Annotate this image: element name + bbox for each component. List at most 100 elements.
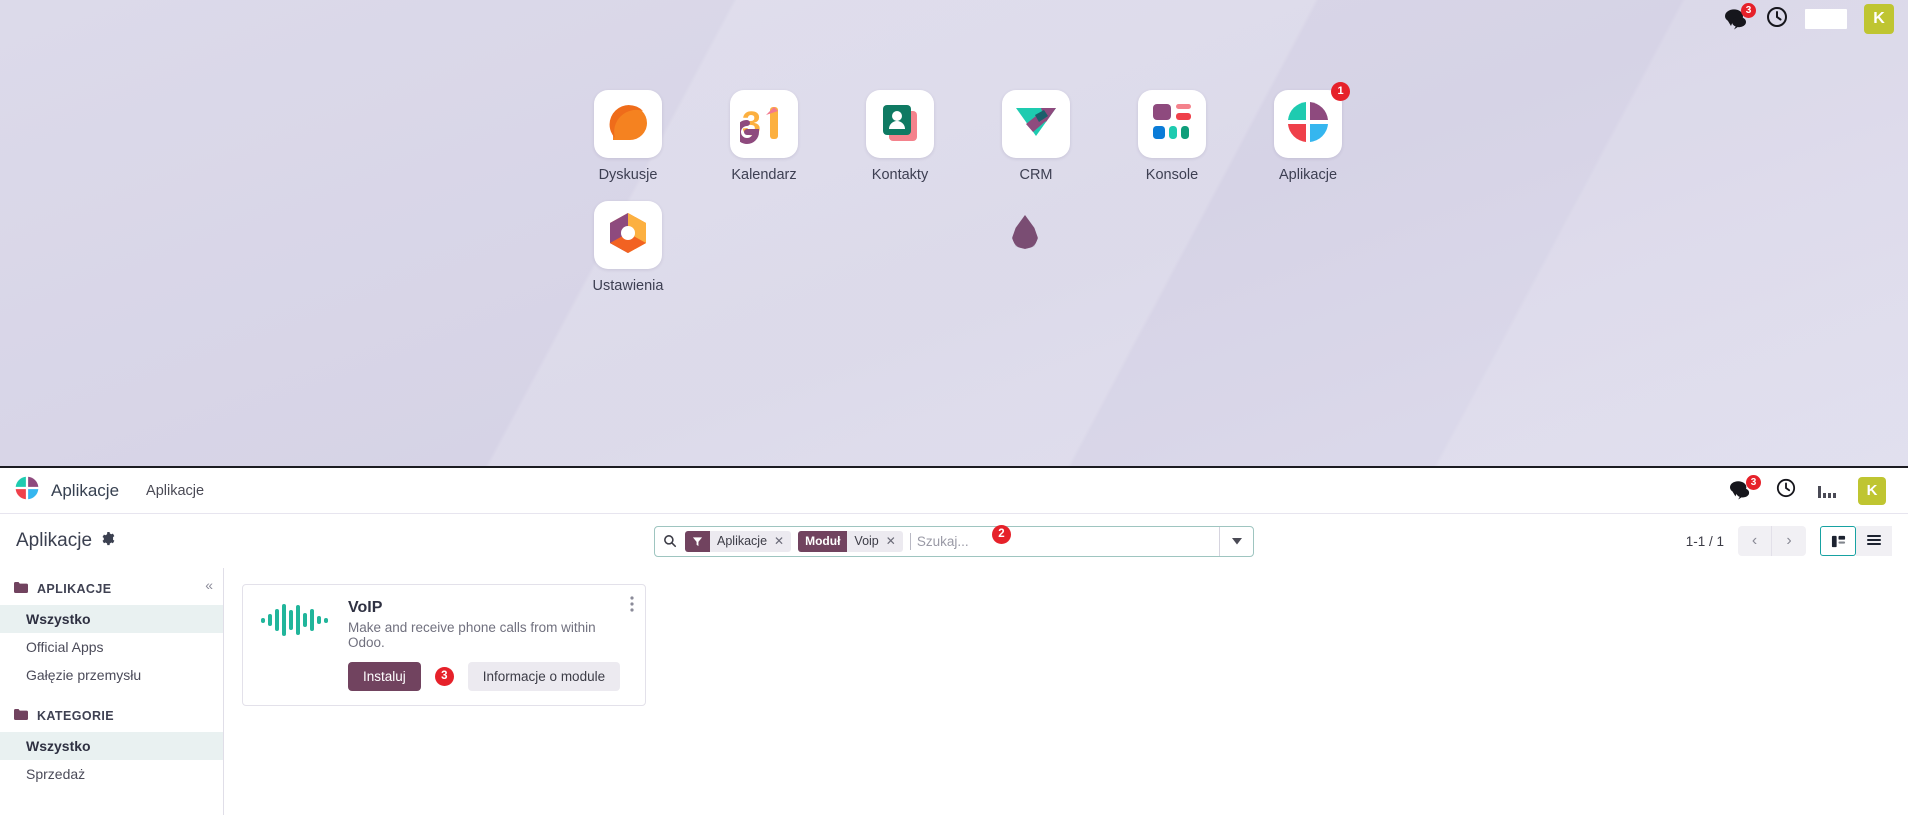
app-konsole[interactable]: Konsole <box>1104 90 1240 183</box>
kebab-menu-icon[interactable] <box>630 596 634 614</box>
clock-icon[interactable] <box>1776 478 1796 503</box>
sidebar-section-label: KATEGORIE <box>37 709 114 723</box>
app-label: Ustawienia <box>592 278 664 294</box>
sidebar-section-aplikacje: APLIKACJE <box>0 582 223 596</box>
app-label: Dyskusje <box>598 167 658 183</box>
brand-home-link[interactable]: Aplikacje <box>14 475 119 506</box>
dashboard-icon <box>1150 101 1194 148</box>
app-tile[interactable] <box>594 201 662 269</box>
voip-waveform-icon <box>253 599 336 641</box>
odoo-navbar: Aplikacje Aplikacje 3 K <box>0 468 1908 514</box>
odoo-logo-icon <box>14 475 40 506</box>
search-facet-module[interactable]: Moduł Voip ✕ <box>798 530 903 552</box>
search-bar[interactable]: Aplikacje ✕ Moduł Voip ✕ <box>654 525 1254 557</box>
folder-icon <box>14 582 28 596</box>
module-card-body: VoIP Make and receive phone calls from w… <box>348 599 631 691</box>
install-button[interactable]: Instaluj <box>348 662 421 691</box>
app-label: Kalendarz <box>731 167 797 183</box>
sidebar-section-label: APLIKACJE <box>37 582 112 596</box>
control-panel: Aplikacje Aplikacje ✕ Moduł Voip ✕ Szuka… <box>0 514 1908 568</box>
page-title-text: Aplikacje <box>16 530 93 551</box>
app-tile[interactable] <box>594 90 662 158</box>
app-tile[interactable] <box>1002 90 1070 158</box>
discuss-icon <box>605 99 651 150</box>
sidebar-item-galezie-przemyslu[interactable]: Gałęzie przemysłu <box>0 661 223 689</box>
kanban-content: VoIP Make and receive phone calls from w… <box>224 568 1908 815</box>
avatar[interactable]: K <box>1864 4 1894 34</box>
app-aplikacje[interactable]: 1 Aplikacje <box>1240 82 1376 183</box>
app-kontakty[interactable]: Kontakty <box>832 90 968 183</box>
search-icon <box>663 534 677 548</box>
collapse-sidebar-icon[interactable]: « <box>205 577 213 593</box>
module-actions: Instaluj 3 Informacje o module <box>348 662 631 691</box>
chat-bubbles-icon[interactable]: 3 <box>1723 3 1756 30</box>
kanban-view-button[interactable] <box>1820 526 1856 556</box>
pager-count: 1-1 / 1 <box>1685 533 1724 549</box>
pager-next-button[interactable]: › <box>1772 526 1806 556</box>
sidebar-section-kategorie: KATEGORIE <box>0 709 223 723</box>
facet-value: Voip <box>854 534 879 548</box>
module-description: Make and receive phone calls from within… <box>348 620 596 650</box>
close-icon[interactable]: ✕ <box>774 534 784 548</box>
desktop-system-tray: 3 K <box>1723 3 1894 34</box>
desktop-background: 3 K Dyskusje 3 Kalendarz Kontakty CRM Ko… <box>0 0 1908 466</box>
pager-buttons: ‹ › <box>1738 526 1806 556</box>
tray-input-indicator[interactable] <box>1805 9 1847 29</box>
annotation-badge: 3 <box>434 667 454 686</box>
sidebar: « APLIKACJE Wszystko Official Apps Gałęz… <box>0 568 224 815</box>
module-title: VoIP <box>348 599 383 616</box>
app-badge: 1 <box>1331 82 1350 101</box>
avatar[interactable]: K <box>1858 476 1886 505</box>
filter-icon <box>685 530 710 552</box>
chevron-down-icon[interactable] <box>1219 526 1253 556</box>
app-dyskusje[interactable]: Dyskusje <box>560 90 696 183</box>
desktop-app-grid: Dyskusje 3 Kalendarz Kontakty CRM Konsol… <box>560 82 1376 294</box>
app-label: Kontakty <box>871 167 929 183</box>
control-panel-right: 1-1 / 1 ‹ › <box>1686 526 1892 556</box>
gear-icon[interactable] <box>100 530 115 552</box>
apps-icon <box>1285 99 1331 150</box>
module-info-button[interactable]: Informacje o module <box>467 662 621 691</box>
view-switcher <box>1820 526 1892 556</box>
search-facet-apps[interactable]: Aplikacje ✕ <box>685 530 792 552</box>
app-label: Aplikacje <box>1278 167 1338 183</box>
close-icon[interactable]: ✕ <box>886 534 896 548</box>
crm-icon <box>1013 102 1059 147</box>
breadcrumb[interactable]: Aplikacje <box>146 483 204 499</box>
settings-icon <box>606 210 650 261</box>
app-crm[interactable]: CRM <box>968 90 1104 183</box>
app-tile[interactable]: 3 <box>730 90 798 158</box>
navbar-systray: 3 K <box>1728 474 1894 505</box>
sidebar-item-sprzedaz[interactable]: Sprzedaż <box>0 760 223 788</box>
search-input[interactable] <box>909 532 1219 550</box>
activity-icon[interactable] <box>1818 484 1836 498</box>
sidebar-item-official-apps[interactable]: Official Apps <box>0 633 223 661</box>
app-label: Konsole <box>1145 167 1199 183</box>
clock-icon[interactable] <box>1766 6 1788 33</box>
odoo-body: « APLIKACJE Wszystko Official Apps Gałęz… <box>0 568 1908 815</box>
chat-bubbles-icon[interactable]: 3 <box>1728 474 1761 502</box>
facet-key: Moduł <box>798 530 848 552</box>
pager-previous-button[interactable]: ‹ <box>1738 526 1772 556</box>
odoo-window: Aplikacje Aplikacje 3 K Aplikacje Aplika… <box>0 466 1908 815</box>
page-title: Aplikacje <box>16 530 115 552</box>
app-tile[interactable] <box>866 90 934 158</box>
brand-name: Aplikacje <box>51 480 120 500</box>
folder-icon <box>14 709 28 723</box>
app-kalendarz[interactable]: 3 Kalendarz <box>696 90 832 183</box>
sidebar-item-wszystko-categories[interactable]: Wszystko <box>0 732 223 760</box>
module-card-voip[interactable]: VoIP Make and receive phone calls from w… <box>242 584 646 706</box>
messages-badge: 3 <box>1746 474 1761 490</box>
app-tile[interactable]: 1 <box>1274 82 1350 158</box>
list-view-button[interactable] <box>1856 526 1892 556</box>
app-label: CRM <box>1019 167 1053 183</box>
messages-badge: 3 <box>1741 3 1756 18</box>
contacts-icon <box>878 100 922 149</box>
sidebar-item-wszystko-apps[interactable]: Wszystko <box>0 605 223 633</box>
calendar-icon: 3 <box>735 99 788 150</box>
app-ustawienia[interactable]: Ustawienia <box>560 201 696 294</box>
app-tile[interactable] <box>1138 90 1206 158</box>
facet-value: Aplikacje <box>717 534 768 548</box>
annotation-badge: 2 <box>992 524 1011 544</box>
